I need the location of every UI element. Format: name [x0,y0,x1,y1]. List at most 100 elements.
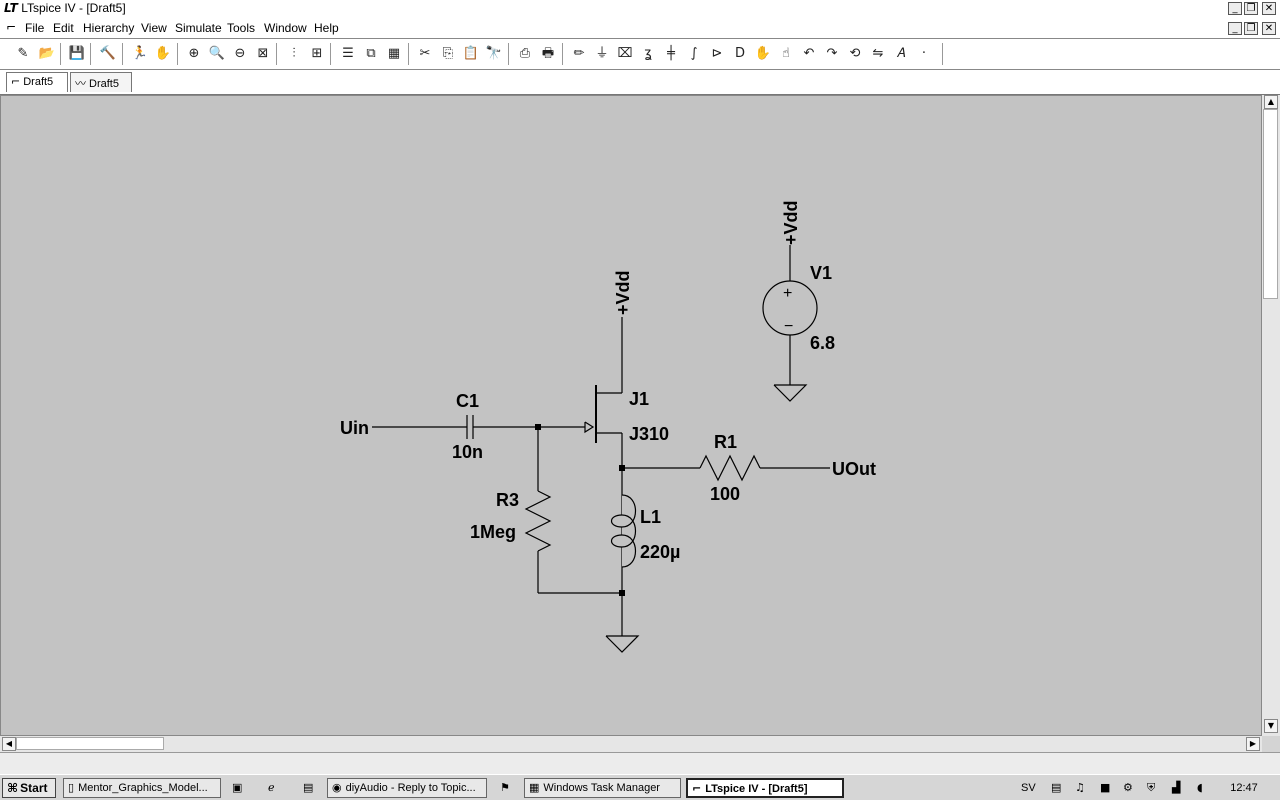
cut-icon[interactable]: ✂ [416,45,434,63]
doc-minimize-button[interactable]: _ [1228,22,1242,35]
rotate-icon[interactable]: ⟲ [846,45,864,63]
menu-bar: ⌐ File Edit Hierarchy View Simulate Tool… [0,18,1280,38]
doc-restore-button[interactable]: ❐ [1244,22,1258,35]
vertical-scroll-thumb[interactable] [1263,109,1278,299]
menu-tools[interactable]: Tools [227,21,255,35]
menu-hierarchy[interactable]: Hierarchy [83,21,134,35]
move-icon[interactable]: ✋ [754,45,772,63]
l1-value: 220µ [640,542,680,562]
zoom-out-icon[interactable]: ⊖ [231,45,249,63]
tile-horizontal-icon[interactable]: ☰ [339,45,357,63]
halt-icon[interactable]: ✋ [154,45,172,63]
media-icon[interactable]: ▣ [232,778,242,798]
horizontal-scrollbar[interactable]: ◀ ▶ [0,736,1262,752]
zoom-in-icon[interactable]: ⊕ [185,45,203,63]
tray-icon-5[interactable]: ⛨ [1147,778,1155,798]
ground-icon[interactable]: ⏚ [593,45,611,63]
scroll-left-icon[interactable]: ◀ [2,737,16,751]
pin-icon[interactable]: ⚑ [500,778,510,798]
doc-close-button[interactable]: ✕ [1262,22,1276,35]
copy-icon[interactable]: ⎘ [439,45,457,63]
restore-button[interactable]: ❐ [1244,2,1258,15]
vdd-flag-v1: +Vdd [781,200,801,245]
tray-volume-icon[interactable]: ◖ [1197,778,1203,798]
r3-value: 1Meg [470,522,516,542]
print-icon[interactable]: 🖶 [539,45,557,63]
capacitor-icon[interactable]: ╪ [662,45,680,63]
task-diyaudio[interactable]: ◉ diyAudio - Reply to Topic... [327,778,487,798]
task-ltspice[interactable]: ⌐ LTspice IV - [Draft5] [686,778,844,798]
c1-name: C1 [456,391,479,411]
taskmanager-icon: ▦ [529,781,540,794]
cascade-icon[interactable]: ⧉ [362,45,380,63]
tray-icon-4[interactable]: ⚙ [1123,778,1133,798]
tray-icon-1[interactable]: ▤ [1051,778,1061,798]
spice-directive-icon[interactable]: · [915,45,933,63]
menu-view[interactable]: View [141,21,167,35]
diode-icon[interactable]: ⊳ [708,45,726,63]
minimize-button[interactable]: _ [1228,2,1242,15]
zoom-fit-icon[interactable]: ⊠ [254,45,272,63]
v1-value: 6.8 [810,333,835,353]
tray-audio-icon[interactable]: ♫ [1075,778,1085,798]
net-label-uout: UOut [832,459,876,479]
windows-logo-icon: ⌘ [7,781,19,795]
print-setup-icon[interactable]: ⎙ [516,45,534,63]
schematic-canvas[interactable]: Uin UOut C1 10n R3 1Meg J1 J310 R1 100 L… [0,95,1262,736]
menu-edit[interactable]: Edit [53,21,74,35]
undo-icon[interactable]: ↶ [800,45,818,63]
control-panel-icon[interactable]: 🔨 [99,45,117,63]
menu-help[interactable]: Help [314,21,339,35]
tile-vertical-icon[interactable]: ▦ [385,45,403,63]
notepad-icon[interactable]: ▤ [303,778,313,798]
vertical-scrollbar[interactable]: ▲ ▼ [1262,95,1280,736]
tab-waveform[interactable]: 〰 Draft5 [70,72,132,92]
new-schematic-icon[interactable]: ✎ [14,45,32,63]
clock: 12:47 [1230,782,1258,794]
paste-icon[interactable]: 📋 [462,45,480,63]
tab-label: Draft5 [23,76,54,88]
wire-icon[interactable]: ✏ [570,45,588,63]
pan-icon[interactable]: 🔍 [208,45,226,63]
find-icon[interactable]: 🔭 [485,45,503,63]
ltspice-logo-icon: LT [4,1,18,15]
open-icon[interactable]: 📂 [38,45,56,63]
language-indicator[interactable]: SV [1021,778,1036,798]
save-icon[interactable]: 💾 [68,45,86,63]
text-icon[interactable]: 𝐴 [892,45,910,63]
label-net-icon[interactable]: ⌧ [616,45,634,63]
r1-name: R1 [714,432,737,452]
waveform-icon: 〰 [75,77,86,90]
ie-icon[interactable]: ℯ [268,778,275,798]
menu-simulate[interactable]: Simulate [175,21,222,35]
tray-network-icon[interactable]: ▟ [1172,778,1180,798]
autorange-icon[interactable]: ⫶ [285,45,303,63]
redo-icon[interactable]: ↷ [823,45,841,63]
v1-name: V1 [810,263,832,283]
run-icon[interactable]: 🏃 [131,45,149,63]
tab-label: Draft5 [89,78,119,90]
menu-file[interactable]: File [25,21,44,35]
ltspice-icon: ⌐ [692,782,702,795]
tab-schematic[interactable]: ⌐ Draft5 [6,72,68,92]
task-taskmanager[interactable]: ▦ Windows Task Manager [524,778,681,798]
browser-icon: ◉ [332,781,342,794]
inductor-icon[interactable]: ∫ [685,45,703,63]
grid-icon[interactable]: ⊞ [308,45,326,63]
task-mentor[interactable]: ▯ Mentor_Graphics_Model... [63,778,221,798]
v1-plus-sign: + [783,285,792,302]
drag-icon[interactable]: ☝ [777,45,795,63]
start-button[interactable]: ⌘ Start [2,778,56,798]
menu-window[interactable]: Window [264,21,307,35]
resistor-icon[interactable]: ʓ [639,45,657,63]
mirror-icon[interactable]: ⇋ [869,45,887,63]
vdd-flag-j1: +Vdd [613,270,633,315]
close-button[interactable]: ✕ [1262,2,1276,15]
scroll-down-icon[interactable]: ▼ [1264,719,1278,733]
horizontal-scroll-thumb[interactable] [16,737,164,750]
scroll-up-icon[interactable]: ▲ [1264,95,1278,109]
scroll-right-icon[interactable]: ▶ [1246,737,1260,751]
component-icon[interactable]: D [731,45,749,63]
document-system-icon[interactable]: ⌐ [6,20,16,34]
tray-icon-3[interactable]: ■ [1100,778,1110,798]
